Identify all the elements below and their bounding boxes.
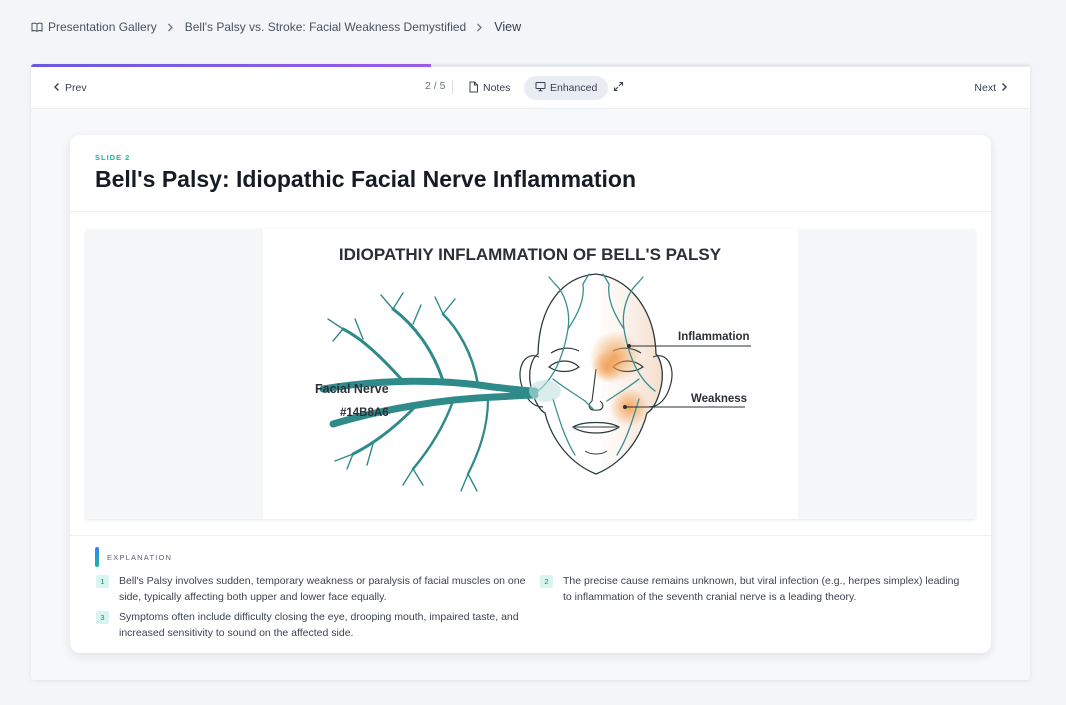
viewer-toolbar: Prev 2 / 5 Notes Enhanced Next xyxy=(31,67,1030,109)
facial-nerve-label: Facial Nerve xyxy=(315,382,389,396)
slide-image-area: IDIOPATHIY INFLAMMATION OF BELL'S PALSY xyxy=(86,229,975,519)
point-text: Symptoms often include difficulty closin… xyxy=(119,611,519,639)
breadcrumb-gallery-label: Presentation Gallery xyxy=(48,20,157,34)
enhanced-view-toggle[interactable]: Enhanced xyxy=(524,76,609,100)
next-label: Next xyxy=(974,82,996,94)
prev-label: Prev xyxy=(65,82,87,94)
notes-label: Notes xyxy=(483,82,511,94)
slide-label: SLIDE 2 xyxy=(95,153,131,162)
next-button[interactable]: Next xyxy=(974,78,1008,98)
slide-title: Bell's Palsy: Idiopathic Facial Nerve In… xyxy=(95,166,637,192)
prev-button[interactable]: Prev xyxy=(53,78,87,98)
illustration-heading: IDIOPATHIY INFLAMMATION OF BELL'S PALSY xyxy=(339,245,722,264)
explanation-heading: EXPLANATION xyxy=(107,553,173,562)
explanation-accent-bar xyxy=(95,547,99,567)
chevron-right-icon xyxy=(167,23,174,32)
monitor-icon xyxy=(535,81,546,95)
point-number: 3 xyxy=(96,611,109,624)
point-number: 1 xyxy=(96,575,109,588)
facial-nerve-illustration: IDIOPATHIY INFLAMMATION OF BELL'S PALSY xyxy=(263,229,798,519)
breadcrumb-presentation-label: Bell's Palsy vs. Stroke: Facial Weakness… xyxy=(184,20,467,34)
breadcrumb-current: View xyxy=(494,20,522,34)
weakness-label: Weakness xyxy=(691,393,747,405)
breadcrumb-gallery-link[interactable]: Presentation Gallery xyxy=(31,20,157,34)
chevron-left-icon xyxy=(53,82,61,95)
point-text: The precise cause remains unknown, but v… xyxy=(563,575,960,603)
enhanced-label: Enhanced xyxy=(550,82,598,94)
document-icon xyxy=(468,81,479,96)
slide-card: SLIDE 2 Bell's Palsy: Idiopathic Facial … xyxy=(70,135,991,653)
notes-button[interactable]: Notes xyxy=(468,78,510,98)
inflammation-label: Inflammation xyxy=(678,331,750,343)
chevron-right-icon xyxy=(1000,82,1008,95)
toolbar-divider xyxy=(452,80,453,94)
chevron-right-icon xyxy=(476,23,483,32)
slide-counter: 2 / 5 xyxy=(425,80,446,92)
fullscreen-button[interactable] xyxy=(613,78,624,98)
book-icon xyxy=(31,21,43,33)
breadcrumb: Presentation Gallery Bell's Palsy vs. St… xyxy=(31,17,521,37)
nerve-color-label: #14B8A6 xyxy=(340,407,389,419)
slide-viewer: Prev 2 / 5 Notes Enhanced Next SLIDE 2 B… xyxy=(31,64,1030,680)
breadcrumb-presentation-link[interactable]: Bell's Palsy vs. Stroke: Facial Weakness… xyxy=(185,20,467,34)
expand-icon xyxy=(613,81,624,95)
explanation-point: 1 Bell's Palsy involves sudden, temporar… xyxy=(96,573,536,605)
explanation-divider xyxy=(70,535,991,536)
explanation-point: 2 The precise cause remains unknown, but… xyxy=(540,573,960,605)
header-divider xyxy=(70,211,991,212)
explanation-point: 3 Symptoms often include difficulty clos… xyxy=(96,609,536,641)
point-number: 2 xyxy=(540,575,553,588)
point-text: Bell's Palsy involves sudden, temporary … xyxy=(119,575,526,603)
